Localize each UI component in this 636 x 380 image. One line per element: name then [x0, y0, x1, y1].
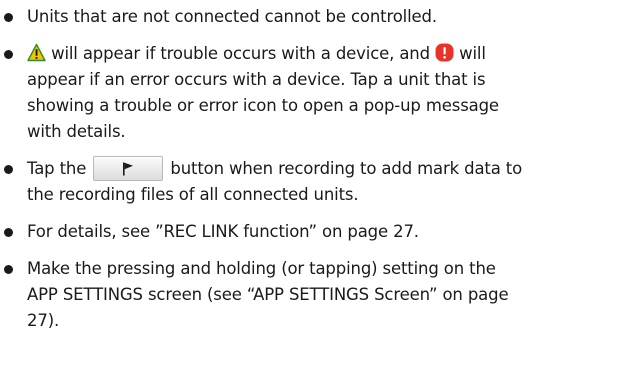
bullet-dot — [4, 165, 13, 174]
text-line: Units that are not connected cannot be c… — [27, 7, 437, 26]
text-line: showing a trouble or error icon to open … — [27, 96, 499, 115]
mark-button[interactable] — [93, 156, 164, 181]
error-text: will — [454, 44, 486, 63]
bullet-item-trouble-error: will appear if trouble occurs with a dev… — [0, 41, 636, 145]
bullet-item-app-settings: Make the pressing and holding (or tappin… — [0, 256, 636, 334]
text-line: Make the pressing and holding (or tappin… — [27, 259, 496, 278]
bullet-dot — [4, 265, 13, 274]
mark-text-before: Tap the — [27, 159, 92, 178]
text-line: Tap the button when recording to add mar… — [27, 156, 636, 182]
text-line: will appear if trouble occurs with a dev… — [27, 41, 636, 67]
bullet-list: Units that are not connected cannot be c… — [0, 4, 636, 334]
bullet-dot — [4, 50, 13, 59]
text-line: with details. — [27, 122, 126, 141]
bullet-item-details: For details, see ”REC LINK function” on … — [0, 219, 636, 245]
bullet-dot — [4, 228, 13, 237]
text-line: 27). — [27, 311, 60, 330]
bullet-item-mark: Tap the button when recording to add mar… — [0, 156, 636, 208]
text-line: the recording files of all connected uni… — [27, 185, 359, 204]
text-line: appear if an error occurs with a device.… — [27, 70, 486, 89]
mark-text-after: button when recording to add mark data t… — [165, 159, 523, 178]
warning-triangle-icon — [27, 43, 46, 62]
text-line: APP SETTINGS screen (see “APP SETTINGS S… — [27, 285, 509, 304]
flag-icon — [122, 162, 134, 176]
bullet-dot — [4, 13, 13, 22]
bullet-item-unconnected: Units that are not connected cannot be c… — [0, 4, 636, 30]
text-line: For details, see ”REC LINK function” on … — [27, 222, 419, 241]
trouble-text: will appear if trouble occurs with a dev… — [46, 44, 436, 63]
error-exclamation-icon — [435, 43, 454, 62]
manual-page: Units that are not connected cannot be c… — [0, 0, 636, 380]
